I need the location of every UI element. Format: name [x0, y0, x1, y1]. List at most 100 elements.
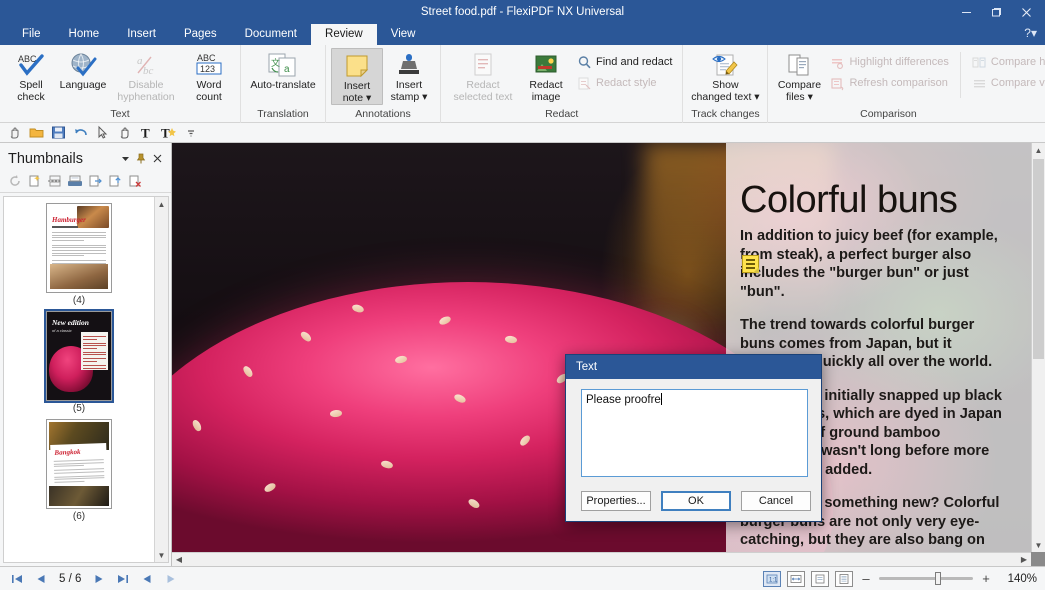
view-continuous-button[interactable] — [835, 570, 853, 587]
refresh-comparison-button[interactable]: Refresh comparison — [825, 73, 953, 94]
ok-button[interactable]: OK — [661, 491, 731, 511]
hand-tool-icon[interactable] — [5, 124, 24, 142]
thumbnail-caption: (5) — [72, 403, 86, 414]
thumb-title: Bangkok — [54, 447, 81, 457]
export-page-icon[interactable] — [86, 172, 104, 190]
scroll-up-arrow-icon[interactable]: ▲ — [158, 197, 166, 211]
split-pages-icon[interactable] — [46, 172, 64, 190]
scan-pages-icon[interactable] — [66, 172, 84, 190]
new-text-tool-icon[interactable]: T — [159, 124, 178, 142]
auto-translate-button[interactable]: 文 a Auto-translate — [246, 48, 320, 92]
scroll-track[interactable] — [155, 211, 168, 548]
ribbon-group-comparison: Compare files ▾ Highlight differences Re… — [768, 45, 1045, 123]
tab-home[interactable]: Home — [55, 24, 114, 45]
view-single-page-button[interactable] — [811, 570, 829, 587]
redact-image-button[interactable]: Redact image — [520, 48, 572, 103]
zoom-slider[interactable] — [879, 572, 973, 585]
close-button[interactable] — [1011, 1, 1041, 23]
save-icon[interactable] — [49, 124, 68, 142]
disable-hyphenation-button[interactable]: a bc Disable hyphenation — [109, 48, 183, 103]
previous-page-button[interactable] — [32, 570, 50, 588]
cancel-button[interactable]: Cancel — [741, 491, 811, 511]
compare-files-label-2: files ▾ — [786, 90, 813, 103]
tab-view[interactable]: View — [377, 24, 430, 45]
compare-horizontally-label: Compare horizontally — [990, 56, 1045, 68]
tab-pages[interactable]: Pages — [170, 24, 231, 45]
thumbnail-page-5[interactable]: New edition of a classic — [44, 309, 114, 403]
thumbnails-scrollbar[interactable]: ▲ ▼ — [154, 197, 168, 562]
list-item[interactable]: Hamburger (4) — [4, 203, 154, 307]
ribbon-group-annotations-label: Annotations — [355, 108, 411, 120]
page-indicator[interactable]: 5 / 6 — [56, 573, 84, 585]
panel-dropdown-icon[interactable] — [117, 151, 133, 167]
view-fit-width-button[interactable] — [787, 570, 805, 587]
tab-document[interactable]: Document — [231, 24, 311, 45]
redact-style-button[interactable]: Redact style — [572, 73, 677, 94]
sticky-note-annotation[interactable] — [742, 255, 759, 273]
view-actual-size-button[interactable]: 1:1 — [763, 570, 781, 587]
panel-pin-icon[interactable] — [133, 151, 149, 167]
navigate-back-button[interactable] — [138, 570, 156, 588]
thumbnail-page-6[interactable]: Bangkok — [46, 419, 112, 509]
insert-stamp-button[interactable]: Insert stamp ▾ — [383, 48, 435, 103]
zoom-in-button[interactable]: + — [979, 571, 993, 586]
add-page-icon[interactable] — [106, 172, 124, 190]
undo-icon[interactable] — [71, 124, 90, 142]
scroll-right-arrow-icon[interactable]: ▶ — [1017, 555, 1031, 564]
properties-button[interactable]: Properties... — [581, 491, 651, 511]
thumbnail-page-4[interactable]: Hamburger — [46, 203, 112, 293]
text-annotation-dialog[interactable]: Text Please proofre Properties... OK Can… — [565, 354, 822, 522]
zoom-out-button[interactable]: – — [859, 571, 873, 586]
document-horizontal-scrollbar[interactable]: ◀ ▶ — [172, 552, 1031, 566]
scroll-down-arrow-icon[interactable]: ▼ — [158, 548, 166, 562]
tab-insert[interactable]: Insert — [113, 24, 170, 45]
zoom-slider-handle[interactable] — [935, 572, 941, 585]
highlight-differences-button[interactable]: Highlight differences — [825, 52, 953, 73]
compare-horizontally-button[interactable]: Compare horizontally — [967, 52, 1045, 73]
list-item[interactable]: Bangkok (6) — [4, 419, 154, 523]
note-text-input[interactable]: Please proofre — [581, 389, 808, 477]
scroll-thumb[interactable] — [188, 554, 1015, 565]
last-page-button[interactable] — [114, 570, 132, 588]
navigate-forward-button[interactable] — [162, 570, 180, 588]
scroll-left-arrow-icon[interactable]: ◀ — [172, 555, 186, 564]
rotate-page-icon[interactable] — [6, 172, 24, 190]
language-button[interactable]: Language — [57, 48, 109, 92]
restore-button[interactable] — [981, 1, 1011, 23]
scroll-up-arrow-icon[interactable]: ▲ — [1035, 143, 1043, 157]
zoom-level-label[interactable]: 140% — [999, 573, 1037, 585]
text-tool-icon[interactable]: T — [137, 124, 156, 142]
scroll-thumb[interactable] — [1033, 159, 1044, 359]
thumbnails-list[interactable]: Hamburger (4) New edition of a classic (… — [4, 197, 154, 562]
tab-file[interactable]: File — [8, 24, 55, 45]
redact-text-icon — [470, 50, 496, 80]
scroll-down-arrow-icon[interactable]: ▼ — [1035, 538, 1043, 552]
thumb-title: Hamburger — [52, 216, 86, 224]
thumb-text-card — [81, 332, 108, 370]
list-item[interactable]: New edition of a classic (5) — [4, 309, 154, 415]
compare-files-button[interactable]: Compare files ▾ — [773, 48, 825, 103]
document-vertical-scrollbar[interactable]: ▲ ▼ — [1031, 143, 1045, 552]
spell-check-button[interactable]: ABC Spell check — [5, 48, 57, 103]
insert-note-button[interactable]: Insert note ▾ — [331, 48, 383, 105]
first-page-button[interactable] — [8, 570, 26, 588]
next-page-button[interactable] — [90, 570, 108, 588]
insert-page-icon[interactable] — [26, 172, 44, 190]
tab-review[interactable]: Review — [311, 24, 377, 45]
compare-vertically-button[interactable]: Compare vertically — [967, 73, 1045, 94]
overflow-caret-icon[interactable] — [181, 124, 200, 142]
delete-page-icon[interactable] — [126, 172, 144, 190]
open-folder-icon[interactable] — [27, 124, 46, 142]
word-count-button[interactable]: ABC 123 Word count — [183, 48, 235, 103]
show-changed-text-button[interactable]: Show changed text ▾ — [688, 48, 762, 103]
ribbon-group-track-changes-label: Track changes — [691, 108, 760, 120]
magnifier-icon — [577, 55, 592, 70]
pan-hand-icon[interactable] — [115, 124, 134, 142]
ribbon-group-annotations: Insert note ▾ Insert stamp ▾ Annotations — [326, 45, 441, 123]
select-cursor-icon[interactable] — [93, 124, 112, 142]
minimize-button[interactable] — [951, 1, 981, 23]
find-and-redact-button[interactable]: Find and redact — [572, 52, 677, 73]
panel-close-icon[interactable] — [149, 151, 165, 167]
redact-selected-text-button[interactable]: Redact selected text — [446, 48, 520, 103]
help-button[interactable]: ?▾ — [1024, 26, 1037, 40]
